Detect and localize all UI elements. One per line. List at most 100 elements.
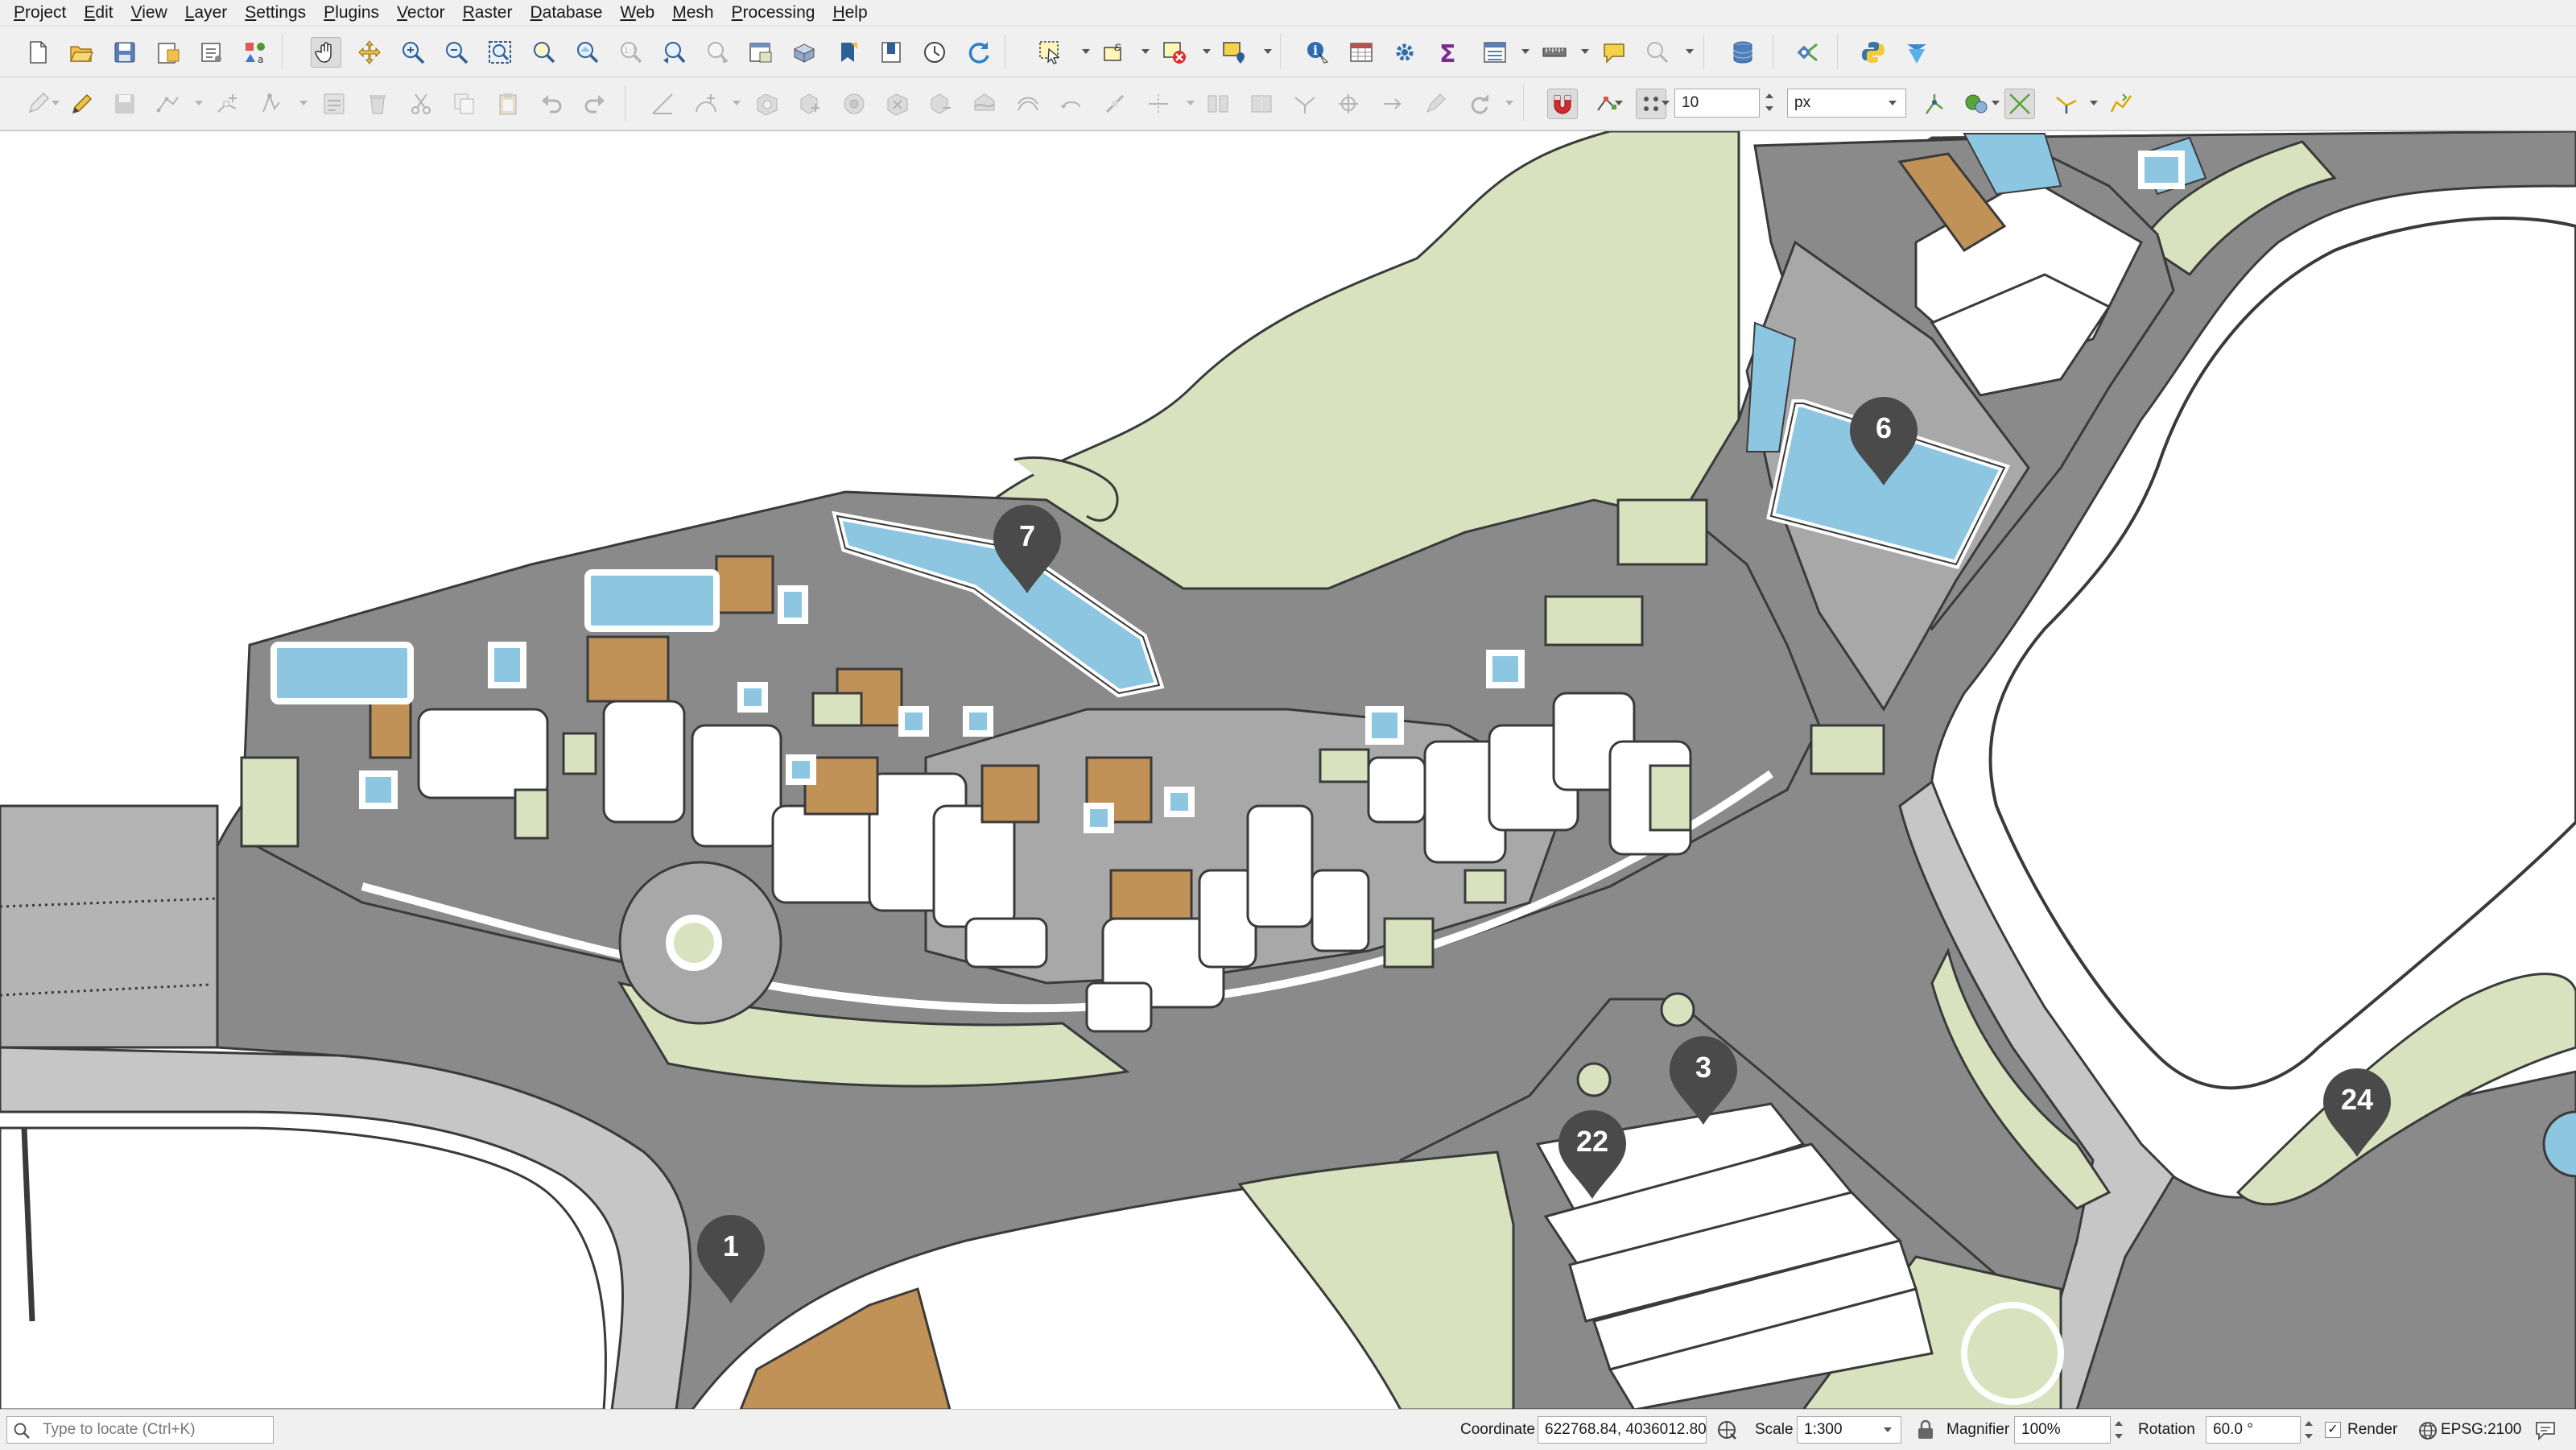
select-features-icon[interactable] [1035, 37, 1066, 68]
open-attribute-table-icon[interactable] [1346, 37, 1377, 68]
offset-curve-icon[interactable] [1013, 89, 1043, 119]
save-project-icon[interactable] [109, 37, 140, 68]
map-pin-1[interactable]: 1 [692, 1212, 770, 1307]
avoid-overlap-icon[interactable] [1961, 89, 1992, 119]
crs-label[interactable]: EPSG:2100 [2441, 1410, 2521, 1450]
menu-web[interactable]: Web [611, 0, 663, 26]
modify-attributes-icon[interactable] [319, 89, 349, 119]
menu-layer[interactable]: Layer [176, 0, 237, 26]
paste-features-icon[interactable] [493, 89, 523, 119]
redo-rotate-icon[interactable] [1463, 89, 1494, 119]
db-manager-icon[interactable] [1728, 37, 1758, 68]
toggle-editing-icon[interactable] [66, 89, 97, 119]
merge-selected-icon[interactable] [1246, 89, 1277, 119]
tracing-icon[interactable] [2106, 89, 2136, 119]
rotation-spinner[interactable] [2301, 1416, 2317, 1444]
snapping-tolerance-input[interactable]: 10 [1674, 89, 1760, 118]
digitize-with-segment-icon[interactable] [647, 89, 678, 119]
delete-ring-icon[interactable] [882, 89, 913, 119]
statistical-summary-icon[interactable]: Σ [1433, 37, 1463, 68]
show-bookmarks-icon[interactable] [876, 37, 906, 68]
change-label-icon[interactable] [1420, 89, 1451, 119]
map-tips-icon[interactable] [1599, 37, 1629, 68]
add-feature-icon[interactable] [153, 89, 184, 119]
split-features-icon[interactable] [1143, 89, 1174, 119]
trim-extend-icon[interactable] [1100, 89, 1130, 119]
magnifier-field[interactable]: 100% [2014, 1416, 2111, 1444]
menu-plugins[interactable]: Plugins [315, 0, 388, 26]
messages-icon[interactable] [2534, 1419, 2557, 1440]
map-canvas[interactable]: 7 6 3 22 24 1 [0, 130, 2576, 1409]
locator-search-input[interactable]: Type to locate (Ctrl+K) [6, 1416, 274, 1444]
fill-ring-icon[interactable] [839, 89, 869, 119]
toggle-extents-icon[interactable] [1716, 1419, 1737, 1440]
identify-features-icon[interactable]: i [1302, 37, 1333, 68]
self-snapping-icon[interactable] [2051, 89, 2082, 119]
menu-mesh[interactable]: Mesh [663, 0, 722, 26]
render-checkbox[interactable]: ✓ [2325, 1422, 2341, 1438]
lock-scale-icon[interactable] [1916, 1419, 1935, 1440]
menu-raster[interactable]: Raster [454, 0, 522, 26]
pan-to-selection-icon[interactable] [354, 37, 385, 68]
open-project-icon[interactable] [66, 37, 97, 68]
style-manager-icon[interactable]: a [240, 37, 270, 68]
snapping-tolerance-spinner[interactable] [1761, 89, 1777, 116]
add-part-icon[interactable] [795, 89, 826, 119]
select-by-location-icon[interactable] [1219, 37, 1249, 68]
rotate-point-symbols-icon[interactable] [1333, 89, 1364, 119]
select-by-expression-icon[interactable]: ε [1100, 37, 1130, 68]
new-spatial-bookmark-icon[interactable] [832, 37, 863, 68]
reverse-line-icon[interactable] [1056, 89, 1087, 119]
magnet-snapping-icon[interactable] [1547, 89, 1578, 119]
toolbox-icon[interactable] [1389, 37, 1420, 68]
zoom-next-icon[interactable] [702, 37, 733, 68]
magnifier-spinner[interactable] [2111, 1416, 2127, 1444]
zoom-native-icon[interactable]: 1:1 [615, 37, 646, 68]
zoom-to-layer-icon[interactable] [572, 37, 602, 68]
rotation-field[interactable]: 60.0 ° [2206, 1416, 2301, 1444]
temporal-controller-icon[interactable] [919, 37, 950, 68]
menu-vector[interactable]: Vector [388, 0, 454, 26]
zoom-full-icon[interactable] [485, 37, 515, 68]
crs-globe-icon[interactable] [2418, 1421, 2438, 1440]
map-pin-6[interactable]: 6 [1845, 394, 1922, 489]
zoom-last-icon[interactable] [658, 37, 689, 68]
delete-part-icon[interactable] [926, 89, 956, 119]
menu-project[interactable]: Project [5, 0, 75, 26]
menu-edit[interactable]: Edit [75, 0, 122, 26]
merge-attributes-icon[interactable] [1290, 89, 1320, 119]
add-circular-string-icon[interactable] [691, 89, 721, 119]
menu-processing[interactable]: Processing [723, 0, 824, 26]
menu-database[interactable]: Database [521, 0, 611, 26]
zoom-out-icon[interactable] [441, 37, 472, 68]
offset-point-symbol-icon[interactable] [1377, 89, 1407, 119]
save-layer-edits-icon[interactable] [109, 89, 140, 119]
delete-selected-icon[interactable] [362, 89, 393, 119]
new-3d-map-view-icon[interactable] [789, 37, 819, 68]
measure-line-icon[interactable] [1539, 37, 1570, 68]
redo-icon[interactable] [580, 89, 610, 119]
python-console-icon[interactable] [1858, 37, 1889, 68]
refresh-icon[interactable] [963, 37, 993, 68]
new-project-icon[interactable] [23, 37, 53, 68]
metasearch-icon[interactable] [1901, 37, 1932, 68]
cut-features-icon[interactable] [406, 89, 436, 119]
map-pin-3[interactable]: 3 [1665, 1033, 1742, 1128]
menu-view[interactable]: View [122, 0, 176, 26]
map-pin-7[interactable]: 7 [989, 502, 1066, 597]
menu-help[interactable]: Help [824, 0, 876, 26]
coordinate-field[interactable]: 622768.84, 4036012.80 [1538, 1416, 1707, 1444]
topological-editing-icon[interactable] [1919, 89, 1950, 119]
deselect-features-icon[interactable] [1159, 37, 1190, 68]
vertex-editor-icon[interactable] [256, 89, 287, 119]
current-edits-icon[interactable] [23, 89, 53, 119]
vertex-tool-icon[interactable] [213, 89, 243, 119]
map-pin-22[interactable]: 22 [1554, 1107, 1631, 1202]
reshape-features-icon[interactable] [969, 89, 1000, 119]
new-print-layout-icon[interactable] [153, 37, 184, 68]
split-parts-icon[interactable] [1203, 89, 1233, 119]
snap-on-intersection-icon[interactable] [2004, 89, 2035, 119]
pan-map-icon[interactable] [311, 37, 341, 68]
locator-icon[interactable] [1642, 37, 1673, 68]
new-map-view-icon[interactable] [745, 37, 776, 68]
